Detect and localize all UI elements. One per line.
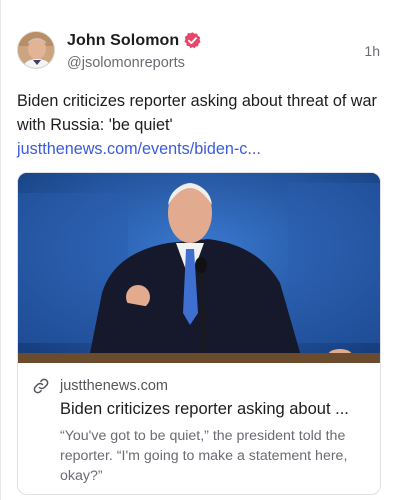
post-timestamp[interactable]: 1h	[364, 43, 380, 59]
link-icon	[32, 377, 50, 395]
link-preview-card[interactable]: justthenews.com Biden criticizes reporte…	[17, 172, 381, 495]
post-card[interactable]: John Solomon @jsolomonreports 1h Biden c…	[0, 0, 396, 500]
name-row: John Solomon	[67, 31, 202, 50]
article-photo	[18, 173, 380, 363]
verified-badge-icon	[183, 31, 202, 50]
avatar[interactable]	[17, 31, 55, 69]
link-description: “You've got to be quiet,” the president …	[60, 428, 348, 484]
author-display-name[interactable]: John Solomon	[67, 32, 179, 50]
link-domain-row: justthenews.com	[32, 377, 168, 395]
post-body-text: Biden criticizes reporter asking about t…	[17, 92, 377, 134]
post-link[interactable]: justthenews.com/events/biden-c...	[17, 140, 261, 158]
link-preview-body: justthenews.com Biden criticizes reporte…	[18, 363, 380, 494]
author-handle[interactable]: @jsolomonreports	[67, 55, 185, 71]
link-title: Biden criticizes reporter asking about .…	[60, 400, 349, 418]
avatar-photo	[18, 32, 54, 68]
post-header: John Solomon @jsolomonreports 1h	[17, 31, 382, 71]
link-domain: justthenews.com	[60, 378, 168, 394]
post-text: Biden criticizes reporter asking about t…	[17, 89, 385, 161]
